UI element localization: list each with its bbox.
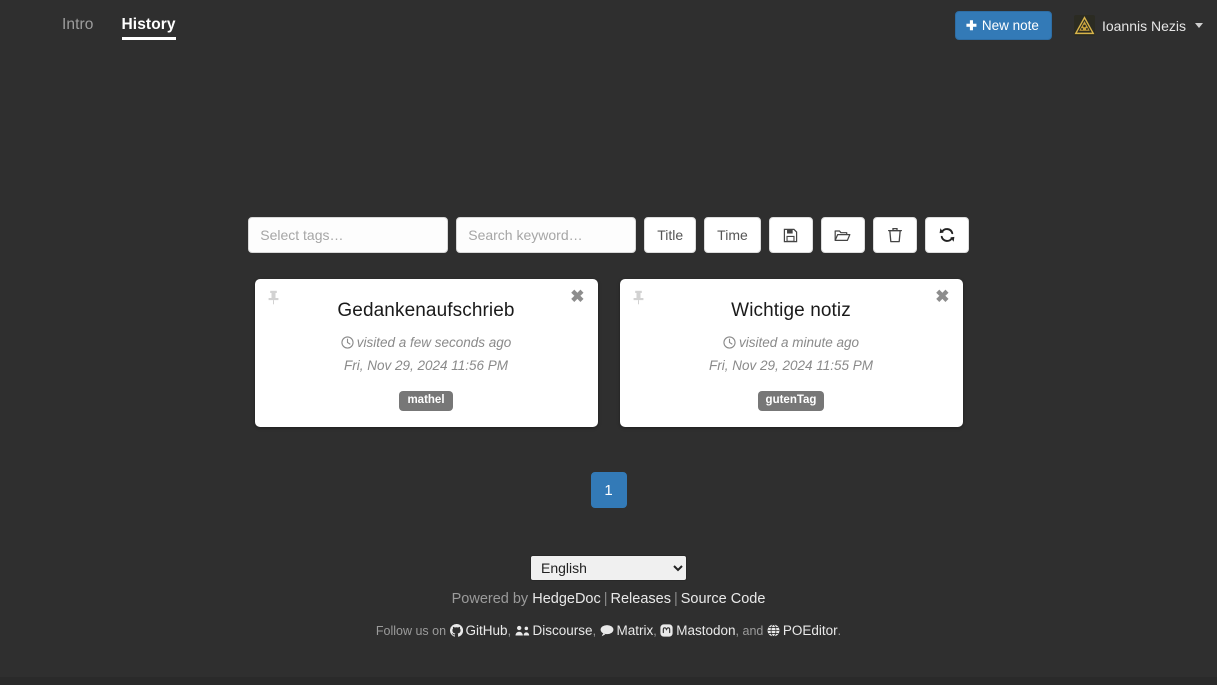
- tag-badge[interactable]: mathel: [399, 390, 453, 412]
- github-icon: [449, 623, 463, 640]
- comma: ,: [507, 624, 512, 638]
- matrix-label: Matrix: [616, 623, 654, 638]
- note-tags: mathel: [255, 390, 598, 412]
- mastodon-label: Mastodon: [676, 623, 736, 638]
- history-toolbar: Title Time: [0, 217, 1217, 253]
- plus-icon: ✚: [966, 18, 977, 33]
- trash-icon: [887, 227, 902, 243]
- new-note-label: New note: [981, 17, 1039, 33]
- powered-by-line: Powered by HedgeDoc | Releases | Source Code: [0, 591, 1217, 607]
- follow-us-line: Follow us on GitHub, Discourse, Matrix, …: [0, 623, 1217, 640]
- poeditor-globe-icon: [767, 624, 780, 640]
- bottom-strip: [0, 677, 1217, 685]
- page-button-1[interactable]: 1: [590, 472, 627, 508]
- github-label: GitHub: [465, 623, 508, 638]
- import-history-button[interactable]: [820, 217, 865, 253]
- note-visited-text: visited a minute ago: [738, 335, 860, 350]
- sort-by-title-button[interactable]: Title: [644, 217, 697, 253]
- top-navbar: Intro History ✚ New note Ioannis Nezis: [0, 0, 1217, 51]
- separator: |: [673, 591, 678, 607]
- discourse-link[interactable]: Discourse: [515, 623, 593, 638]
- note-timestamp: Fri, Nov 29, 2024 11:55 PM: [708, 357, 874, 373]
- footer: English Powered by HedgeDoc | Releases | Sou…: [0, 555, 1217, 640]
- avatar: [1073, 15, 1095, 36]
- user-menu[interactable]: Ioannis Nezis: [1073, 15, 1203, 36]
- clock-icon: [723, 335, 736, 356]
- new-note-button[interactable]: ✚ New note: [955, 10, 1052, 41]
- mastodon-icon: [660, 624, 673, 640]
- releases-link[interactable]: Releases: [611, 591, 671, 607]
- language-select[interactable]: English: [530, 555, 687, 581]
- discourse-users-icon: [515, 624, 530, 640]
- comma: ,: [592, 624, 597, 638]
- powered-prefix: Powered by: [451, 591, 529, 607]
- clock-icon: [341, 335, 354, 356]
- note-title: Wichtige notiz: [731, 300, 851, 321]
- mastodon-link[interactable]: Mastodon: [660, 623, 736, 640]
- user-name: Ioannis Nezis: [1101, 17, 1186, 34]
- refresh-icon: [939, 228, 955, 242]
- chevron-down-icon: [1195, 23, 1203, 28]
- tab-history[interactable]: History: [121, 0, 176, 40]
- export-history-button[interactable]: [768, 217, 813, 253]
- matrix-link[interactable]: Matrix: [600, 623, 654, 640]
- thumbtack-icon[interactable]: [267, 290, 280, 309]
- sort-by-time-button[interactable]: Time: [704, 217, 761, 253]
- hedgedoc-link[interactable]: HedgeDoc: [532, 591, 601, 607]
- navbar-right: ✚ New note Ioannis Nezis: [955, 10, 1203, 41]
- clear-history-button[interactable]: [872, 217, 917, 253]
- nav-tabs: Intro History: [0, 0, 204, 51]
- floppy-disk-icon: [784, 228, 798, 242]
- follow-prefix: Follow us on: [375, 624, 447, 638]
- history-note-list: ✖ Gedankenaufschrieb visited a few secon…: [0, 279, 1217, 427]
- comma: ,: [653, 624, 657, 638]
- note-card[interactable]: ✖ Gedankenaufschrieb visited a few secon…: [254, 279, 598, 427]
- source-code-link[interactable]: Source Code: [681, 591, 766, 607]
- note-meta: visited a few seconds ago Fri, Nov 29, 2…: [255, 333, 598, 377]
- search-input[interactable]: [456, 217, 637, 253]
- poeditor-link[interactable]: POEditor: [767, 623, 838, 638]
- note-tags: gutenTag: [620, 390, 963, 412]
- main-content: Title Time: [0, 51, 1217, 640]
- discourse-label: Discourse: [532, 623, 593, 638]
- matrix-comment-icon: [600, 624, 614, 640]
- folder-open-icon: [834, 229, 851, 241]
- close-icon[interactable]: ✖: [570, 288, 584, 305]
- separator: |: [603, 591, 608, 607]
- and-text: and: [742, 624, 764, 638]
- thumbtack-icon[interactable]: [632, 290, 645, 309]
- tab-intro[interactable]: Intro: [62, 0, 94, 40]
- poeditor-label: POEditor: [782, 623, 838, 638]
- period: .: [837, 624, 842, 638]
- note-meta: visited a minute ago Fri, Nov 29, 2024 1…: [620, 333, 963, 377]
- close-icon[interactable]: ✖: [935, 288, 949, 305]
- note-card[interactable]: ✖ Wichtige notiz visited a minute ago Fr…: [619, 279, 963, 427]
- pagination: 1: [0, 472, 1217, 508]
- note-title: Gedankenaufschrieb: [337, 300, 515, 321]
- tag-badge[interactable]: gutenTag: [757, 390, 825, 412]
- note-timestamp: Fri, Nov 29, 2024 11:56 PM: [343, 357, 509, 373]
- github-link[interactable]: GitHub: [449, 623, 508, 640]
- note-visited-text: visited a few seconds ago: [356, 335, 512, 350]
- comma: ,: [735, 624, 740, 638]
- tag-filter-input[interactable]: [248, 217, 449, 253]
- refresh-history-button[interactable]: [924, 217, 969, 253]
